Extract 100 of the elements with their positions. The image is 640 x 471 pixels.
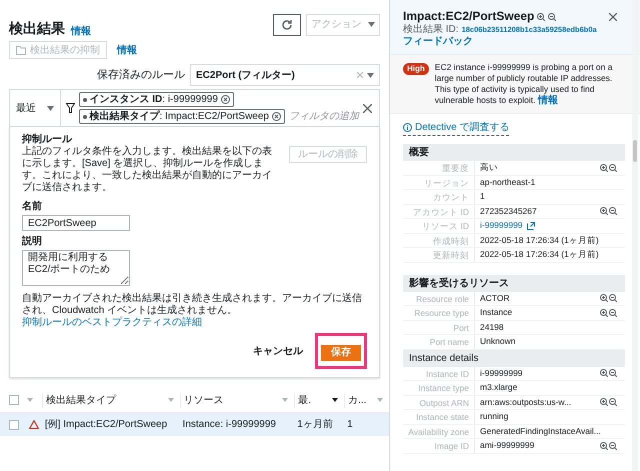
zoom-out-icon (609, 369, 617, 378)
field-value: ACTOR (480, 292, 510, 305)
folder-icon (16, 46, 26, 54)
table-cell-text: [例] Impact:EC2/PortSweep (44, 418, 168, 432)
field-value: Instance (480, 306, 512, 320)
field-label: Image ID (403, 439, 475, 452)
info-icon (403, 123, 412, 132)
refresh-icon (281, 18, 293, 30)
select-all-checkbox[interactable] (9, 395, 19, 405)
row-checkbox[interactable] (9, 420, 19, 430)
caret-icon (367, 72, 374, 78)
filter-icon (66, 103, 74, 113)
field-value: ami-99999999 (480, 439, 534, 452)
external-link-icon (526, 222, 535, 230)
finding-description: EC2 instance i-99999999 is probing a port on a large number of publicly routable IP addresses. This type of activity is typically used to find vulnerable hosts to exploit. 情報 (434, 62, 614, 108)
detail-title: Impact:EC2/PortSweep (403, 9, 534, 24)
field-label: Instance ID (403, 366, 475, 380)
field-label: Resource type (403, 306, 475, 320)
table-cell-text: 1ヶ月前 (296, 418, 334, 432)
dot-icon (82, 114, 86, 118)
caret-icon (46, 106, 54, 110)
field-label: Port name (403, 335, 475, 348)
warning-icon (29, 420, 39, 429)
field-label: Instance state (403, 410, 475, 424)
field-value: arn:aws:outposts:us-w... (480, 396, 572, 409)
field-value: 1 (480, 190, 485, 204)
zoom-out-icon (609, 398, 617, 406)
field-value: GeneratedFindingInstaceAvail... (480, 424, 601, 438)
filter-chip[interactable]: インスタンス ID: i-99999999 (78, 92, 234, 107)
field-label: リージョン (403, 176, 475, 189)
close-icon (363, 104, 372, 112)
info-link[interactable]: 情報 (117, 42, 137, 58)
feedback-link[interactable]: フィードバック (403, 36, 473, 48)
severity-badge: High (403, 63, 429, 75)
field-label: 作成時刻 (403, 234, 475, 247)
saved-rules-select[interactable]: EC2Port (フィルター) (190, 64, 380, 86)
finding-id-label: 検出結果 ID: (403, 24, 459, 36)
field-label: 更新時刻 (403, 248, 475, 262)
remove-icon (220, 95, 230, 104)
field-label: アカウント ID (403, 204, 475, 218)
field-value: 2022-05-18 17:26:34 (1ヶ月前) (480, 234, 599, 247)
field-value: m3.xlarge (480, 381, 518, 394)
column-header[interactable]: 検出結果タイプ (42, 392, 180, 408)
scrollbar-thumb[interactable] (633, 140, 637, 162)
field-value: 272352345267 (480, 204, 537, 218)
field-label: Instance type (403, 381, 475, 394)
zoom-out-icon (609, 294, 617, 302)
description-field[interactable]: 開発用に利用するEC2/ポートのため (22, 250, 130, 286)
field-label: 重要度 (403, 161, 475, 174)
sort-icon (27, 398, 33, 402)
name-field[interactable]: EC2PortSweep (22, 215, 130, 231)
field-label: リソース ID (403, 219, 475, 232)
sort-icon (376, 398, 383, 402)
info-link[interactable]: 情報 (538, 95, 558, 106)
form-description: 上記のフィルタ条件を入力します。検出結果を以下の表に示します。[Save] を選択し、抑制ルールを作成します。これにより、一致した検出結果が自動的にアーカイブに送信されます。 (22, 146, 273, 194)
page-title: 検出結果 (9, 19, 65, 38)
filter-chip[interactable]: 検出結果タイプ: Impact:EC2/PortSweep (78, 109, 285, 124)
field-value: i-99999999 (480, 366, 523, 380)
detective-link[interactable]: Detective で調査する (403, 120, 510, 136)
field-value: 24198 (480, 320, 504, 334)
zoom-in-icon (537, 12, 546, 20)
field-value: 2022-05-18 17:26:34 (1ヶ月前) (480, 248, 599, 262)
filter-input[interactable]: フィルタの追加 (289, 109, 363, 124)
table-cell-text: 1 (346, 418, 354, 432)
caret-icon (368, 22, 374, 27)
clear-icon (357, 72, 363, 78)
table-row[interactable]: [例] Impact:EC2/PortSweep Instance: i-99999999 1ヶ月前 1 (0, 413, 389, 436)
cancel-button[interactable]: キャンセル (253, 344, 303, 358)
info-link[interactable]: 情報 (71, 24, 91, 39)
remove-icon (272, 112, 281, 121)
zoom-out-icon (609, 164, 617, 172)
saved-rules-label: 保存済みのルール (97, 68, 185, 83)
section-header: 影響を受けるリソース (403, 274, 625, 292)
resource-id-link[interactable]: i-99999999 (480, 219, 535, 232)
field-label: Availability zone (403, 424, 475, 438)
section-header: 概要 (403, 144, 625, 161)
sort-icon (332, 398, 338, 402)
field-label: Resource role (403, 292, 475, 305)
zoom-out-icon (609, 442, 617, 450)
field-label: 説明 (22, 236, 43, 248)
section-header: Instance details (403, 350, 625, 366)
zoom-out-icon (548, 12, 556, 20)
field-value: 高い (480, 161, 498, 174)
best-practices-link[interactable]: 抑制ルールのベストプラクティスの詳細 (22, 317, 202, 329)
zoom-out-icon (609, 207, 617, 216)
field-label: 名前 (22, 201, 43, 213)
refresh-button[interactable] (273, 14, 301, 36)
field-value: ap-northeast-1 (480, 176, 536, 189)
field-label: カウント (403, 190, 475, 204)
field-value: Unknown (480, 335, 516, 348)
field-value: running (480, 410, 508, 424)
sort-icon (282, 398, 288, 402)
column-header[interactable]: 最. (294, 392, 344, 408)
note-text: 自動アーカイブされた検出結果は引き続き生成されます。アーカイブに送信され、Cloudwatch イベントは生成されません。 (22, 293, 363, 316)
close-icon (609, 13, 617, 21)
column-header[interactable]: カ... (344, 392, 389, 408)
column-header[interactable]: リソース (180, 392, 294, 408)
field-label: Port (403, 320, 475, 334)
sort-icon (168, 398, 174, 402)
scrollbar[interactable] (632, 0, 638, 471)
